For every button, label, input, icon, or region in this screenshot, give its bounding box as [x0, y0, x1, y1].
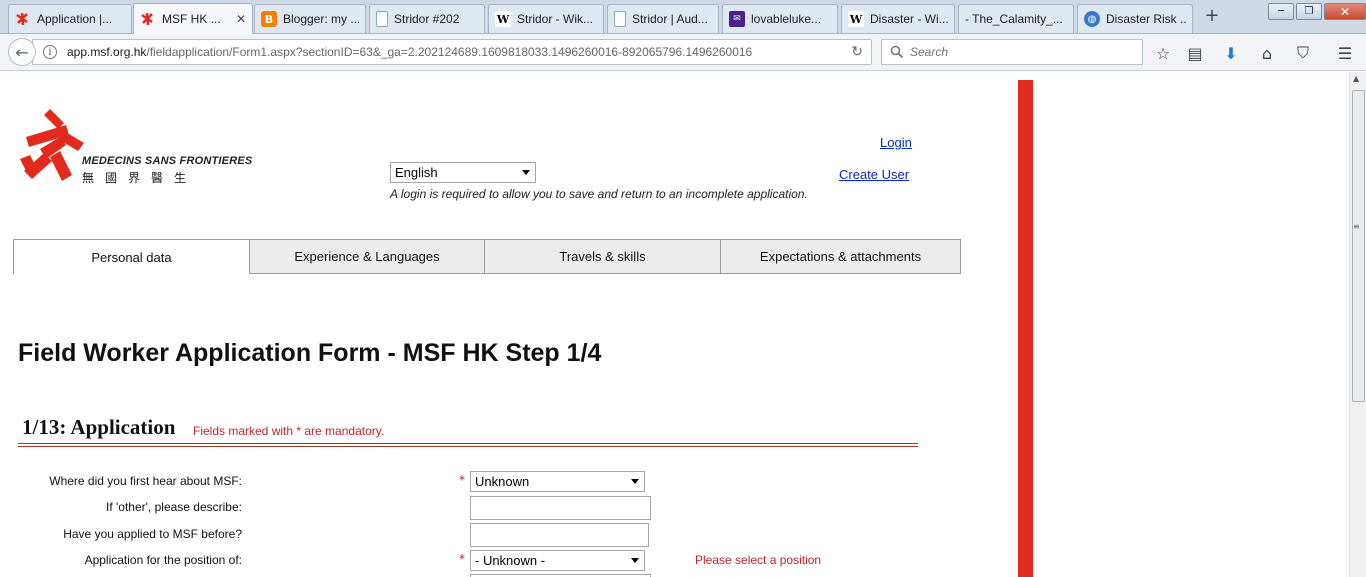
browser-tab[interactable]: Stridor | Aud... [607, 4, 719, 33]
logo-chinese-text: 無國界醫生 [82, 171, 198, 185]
url-bar[interactable]: i app.msf.org.hk/fieldapplication/Form1.… [32, 39, 872, 65]
applied-before-input[interactable] [470, 523, 649, 547]
other-describe-input[interactable] [470, 496, 651, 520]
applied-before-label: Have you applied to MSF before? [63, 527, 242, 541]
scrollbar-thumb[interactable] [1352, 90, 1365, 402]
scrollbar-grip-icon: ≡ [1353, 222, 1360, 231]
browser-tab-strip: Application |... MSF HK ... ✕ B Blogger:… [0, 0, 1366, 34]
search-bar[interactable] [881, 39, 1143, 65]
browser-tab[interactable]: Application |... [8, 4, 132, 33]
section-divider [18, 443, 918, 447]
hear-about-label: Where did you first hear about MSF: [49, 474, 242, 488]
document-icon [614, 11, 626, 27]
wikipedia-icon: W [848, 11, 864, 27]
navigation-toolbar: i app.msf.org.hk/fieldapplication/Form1.… [0, 34, 1366, 71]
back-button[interactable]: ← [8, 38, 36, 66]
position-value: - Unknown - [475, 553, 546, 568]
document-icon [376, 11, 388, 27]
language-select-value: English [395, 165, 438, 180]
scroll-up-icon[interactable]: ▲ [1353, 74, 1359, 83]
browser-tab-label: Disaster Risk ... [1106, 12, 1186, 26]
browser-tab[interactable]: Stridor #202 [369, 4, 485, 33]
tab-label: Experience & Languages [294, 249, 440, 264]
browser-tab-active[interactable]: MSF HK ... ✕ [133, 3, 253, 34]
browser-tab[interactable]: W Stridor - Wik... [488, 4, 604, 33]
mandatory-note: Fields marked with * are mandatory. [193, 424, 385, 438]
browser-tab-label: Blogger: my ... [283, 12, 359, 26]
hear-about-value: Unknown [475, 474, 530, 489]
close-window-button[interactable]: ✕ [1324, 3, 1366, 20]
tab-personal-data[interactable]: Personal data [13, 239, 250, 274]
msf-logo[interactable]: MEDECINS SANS FRONTIERES 無國界醫生 [20, 107, 253, 187]
tab-label: Personal data [91, 249, 172, 265]
reload-icon[interactable]: ↻ [851, 44, 863, 60]
menu-icon[interactable]: ☰ [1334, 42, 1356, 64]
browser-tab[interactable]: B Blogger: my ... [254, 4, 366, 33]
browser-tab-label: lovableluke... [751, 12, 822, 26]
other-describe-label: If 'other', please describe: [106, 500, 242, 514]
reading-list-icon[interactable]: ▤ [1184, 42, 1206, 64]
url-path: /fieldapplication/Form1.aspx?sectionID=6… [146, 45, 753, 59]
login-link[interactable]: Login [880, 135, 912, 150]
search-input[interactable] [910, 45, 1130, 59]
tab-label: Expectations & attachments [759, 249, 922, 264]
browser-tab-label: Stridor | Aud... [632, 12, 708, 26]
form-step-tabs: Personal data Experience & Languages Tra… [13, 239, 961, 274]
maximize-window-button[interactable]: ❐ [1296, 3, 1322, 20]
language-select[interactable]: English [390, 162, 536, 183]
pocket-icon[interactable]: ⛉ [1292, 42, 1314, 64]
brand-red-sidebar [1018, 80, 1033, 577]
back-arrow-icon: ← [15, 42, 29, 62]
position-error: Please select a position [695, 553, 822, 567]
login-note: A login is required to allow you to save… [390, 187, 808, 201]
page-scrollbar[interactable]: ▲ ≡ [1349, 72, 1366, 577]
browser-tab[interactable]: ◍ Disaster Risk ... [1077, 4, 1193, 33]
msf-icon [15, 11, 31, 27]
position-select[interactable]: - Unknown - [470, 550, 645, 571]
browser-tab[interactable]: W Disaster - Wi... [841, 4, 955, 33]
create-user-link[interactable]: Create User [839, 167, 909, 182]
home-icon[interactable]: ⌂ [1256, 42, 1278, 64]
info-icon[interactable]: i [43, 45, 57, 59]
hear-about-select[interactable]: Unknown [470, 471, 645, 492]
tab-expectations-attachments[interactable]: Expectations & attachments [721, 239, 961, 274]
globe-icon: ◍ [1084, 11, 1100, 27]
tab-experience-languages[interactable]: Experience & Languages [250, 239, 485, 274]
page-content: MEDECINS SANS FRONTIERES 無國界醫生 English A… [0, 72, 1349, 577]
section-title: 1/13: Application [22, 415, 176, 439]
browser-tab-label: - The_Calamity_... [965, 12, 1063, 26]
bookmark-star-icon[interactable]: ☆ [1152, 42, 1174, 64]
minimize-window-button[interactable]: ─ [1268, 3, 1294, 20]
browser-tab-label: Stridor #202 [394, 12, 460, 26]
search-icon [890, 45, 904, 59]
dropdown-arrow-icon [522, 170, 530, 175]
tab-label: Travels & skills [559, 249, 646, 264]
close-tab-icon[interactable]: ✕ [236, 12, 246, 26]
wikipedia-icon: W [495, 11, 511, 27]
browser-tab[interactable]: - The_Calamity_... [958, 4, 1074, 33]
browser-tab-label: Application |... [37, 12, 113, 26]
url-host: app.msf.org.hk [67, 45, 147, 59]
msf-running-man-icon [20, 109, 84, 181]
url-text[interactable]: app.msf.org.hk/fieldapplication/Form1.as… [67, 45, 752, 59]
page-title: Field Worker Application Form - MSF HK S… [18, 339, 602, 367]
new-tab-button[interactable]: + [1202, 5, 1222, 26]
required-marker: * [459, 473, 465, 487]
tab-travels-skills[interactable]: Travels & skills [485, 239, 721, 274]
required-marker: * [459, 552, 465, 566]
browser-tab-label: Stridor - Wik... [517, 12, 594, 26]
logo-text: MEDECINS SANS FRONTIERES [82, 155, 253, 167]
msf-icon [140, 11, 156, 27]
dropdown-arrow-icon [631, 558, 639, 563]
dropdown-arrow-icon [631, 479, 639, 484]
browser-tab[interactable]: ✉ lovableluke... [722, 4, 838, 33]
browser-tab-label: Disaster - Wi... [870, 12, 948, 26]
mail-icon: ✉ [729, 11, 745, 27]
blogger-icon: B [261, 11, 277, 27]
download-icon[interactable]: ⬇ [1220, 42, 1242, 64]
position-label: Application for the position of: [84, 553, 242, 567]
browser-tab-label: MSF HK ... [162, 12, 221, 26]
